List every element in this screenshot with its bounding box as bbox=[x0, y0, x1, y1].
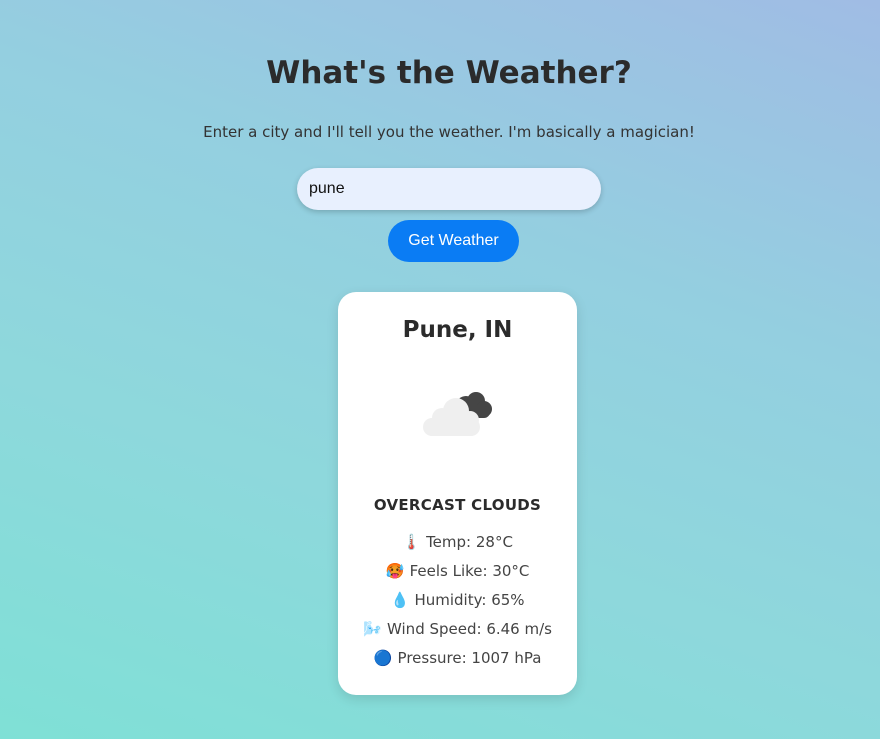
city-name: Pune, IN bbox=[402, 317, 513, 343]
pressure-text: Pressure: 1007 hPa bbox=[397, 649, 542, 667]
droplet-icon: 💧 bbox=[390, 591, 410, 609]
wind-speed-stat: 🌬️ Wind Speed: 6.46 m/s bbox=[338, 620, 577, 638]
wind-icon: 🌬️ bbox=[363, 620, 382, 638]
overcast-clouds-icon bbox=[423, 392, 492, 436]
hot-face-icon: 🥵 bbox=[385, 562, 405, 580]
blue-circle-icon: 🔵 bbox=[373, 649, 393, 667]
city-search-input[interactable] bbox=[297, 168, 601, 210]
temp-text: Temp: 28°C bbox=[426, 533, 513, 551]
temp-stat: 🌡️ Temp: 28°C bbox=[338, 533, 577, 551]
humidity-stat: 💧 Humidity: 65% bbox=[338, 591, 577, 609]
feels-like-text: Feels Like: 30°C bbox=[409, 562, 530, 580]
thermometer-icon: 🌡️ bbox=[402, 533, 421, 551]
page-subtitle: Enter a city and I'll tell you the weath… bbox=[203, 123, 695, 141]
weather-condition: OVERCAST CLOUDS bbox=[373, 496, 542, 514]
weather-card: Pune, IN OVERCAST CLOUDS 🌡️ Temp: 28°C 🥵 F… bbox=[338, 292, 577, 695]
page-title: What's the Weather? bbox=[266, 55, 632, 91]
weather-app: What's the Weather? Enter a city and I'l… bbox=[0, 0, 880, 739]
humidity-text: Humidity: 65% bbox=[414, 591, 525, 609]
get-weather-button[interactable]: Get Weather bbox=[388, 220, 519, 262]
wind-speed-text: Wind Speed: 6.46 m/s bbox=[387, 620, 552, 638]
pressure-stat: 🔵 Pressure: 1007 hPa bbox=[338, 649, 577, 667]
feels-like-stat: 🥵 Feels Like: 30°C bbox=[338, 562, 577, 580]
